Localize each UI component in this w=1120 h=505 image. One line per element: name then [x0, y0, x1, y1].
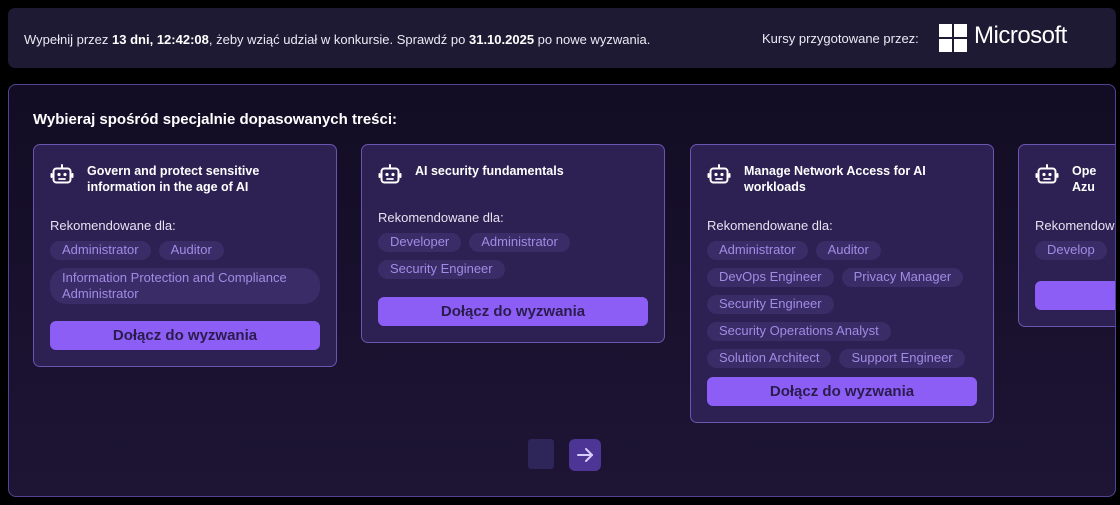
join-challenge-button[interactable] [1035, 281, 1115, 310]
role-tag: Solution Architect [707, 349, 832, 368]
recommended-for-label: Rekomendowane dla: [1035, 218, 1115, 233]
join-challenge-button[interactable]: Dołącz do wyzwania [50, 321, 320, 350]
challenge-card: AI security fundamentals Rekomendowane d… [361, 144, 665, 343]
recommended-for-label: Rekomendowane dla: [707, 218, 833, 233]
join-challenge-button[interactable]: Dołącz do wyzwania [707, 377, 977, 406]
challenge-card: Govern and protect sensitive information… [33, 144, 337, 367]
role-tag: Developer [378, 233, 462, 252]
role-tag: Security Operations Analyst [707, 322, 891, 341]
contest-banner: Wypełnij przez 13 dni, 12:42:08, żeby wz… [8, 8, 1116, 68]
role-tag: DevOps Engineer [707, 268, 834, 287]
challenge-card: Manage Network Access for AI workloads R… [690, 144, 994, 423]
microsoft-wordmark: Microsoft [974, 22, 1067, 49]
role-tag: Information Protection and Compliance Ad… [50, 268, 320, 304]
banner-message: Wypełnij przez 13 dni, 12:42:08, żeby wz… [24, 32, 651, 47]
next-page-button[interactable] [569, 439, 601, 471]
role-tag: Auditor [815, 241, 881, 260]
challenge-card: Ope Azu Rekomendowane dla: Develop [1018, 144, 1115, 327]
card-title: Govern and protect sensitive information… [87, 164, 260, 194]
join-challenge-button[interactable]: Dołącz do wyzwania [378, 297, 648, 326]
microsoft-logo-icon [939, 24, 967, 52]
section-title: Wybieraj spośród specjalnie dopasowanych… [33, 111, 398, 128]
recommended-for-label: Rekomendowane dla: [50, 218, 176, 233]
role-tag: Support Engineer [839, 349, 965, 368]
role-tag: Privacy Manager [841, 268, 964, 287]
courses-by-label: Kursy przygotowane przez: [762, 31, 919, 46]
arrow-right-icon [577, 448, 593, 462]
role-tag: Administrator [707, 241, 808, 260]
card-title: Manage Network Access for AI workloads [744, 164, 926, 194]
role-tag: Administrator [50, 241, 151, 260]
recommended-for-label: Rekomendowane dla: [378, 210, 504, 225]
deadline-date: 31.10.2025 [468, 32, 535, 47]
robot-icon [1035, 164, 1059, 184]
pager-indicator[interactable] [528, 439, 554, 469]
role-tag: Security Engineer [378, 260, 505, 279]
card-title: Ope Azu [1072, 164, 1097, 194]
robot-icon [707, 164, 731, 184]
card-title: AI security fundamentals [415, 164, 564, 178]
role-tag: Administrator [469, 233, 570, 252]
role-tag: Security Engineer [707, 295, 834, 314]
countdown: 13 dni, 12:42:08 [112, 32, 209, 47]
robot-icon [50, 164, 74, 184]
role-tag: Develop [1035, 241, 1107, 260]
recommendations-panel: Wybieraj spośród specjalnie dopasowanych… [8, 84, 1116, 497]
role-tag: Auditor [158, 241, 224, 260]
robot-icon [378, 164, 402, 184]
